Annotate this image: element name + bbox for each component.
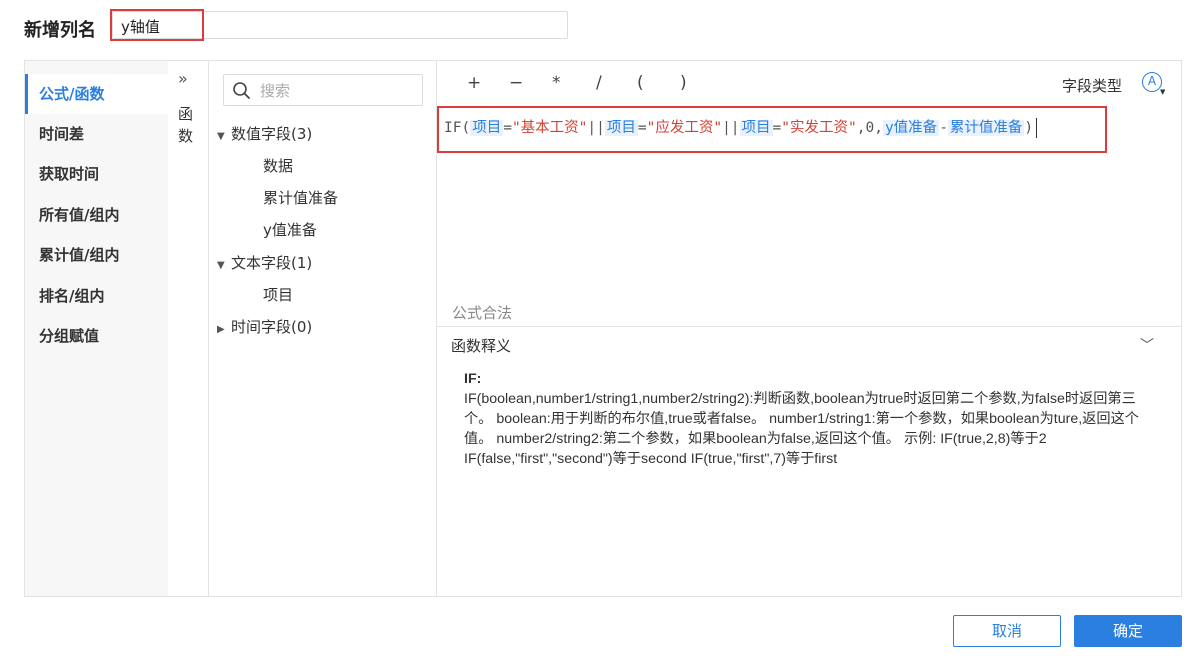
field-type-label[interactable]: 字段类型 xyxy=(1062,75,1122,96)
field-tree-panel: ▼数值字段(3) 数据 累计值准备 y值准备 ▼文本字段(1) 项目 ▶时间字段… xyxy=(209,61,437,596)
function-description-text: IF(boolean,number1/string1,number2/strin… xyxy=(464,391,1139,467)
field-search-box[interactable] xyxy=(223,74,423,106)
operator-plus-button[interactable]: + xyxy=(467,73,481,93)
cancel-button[interactable]: 取消 xyxy=(953,615,1061,647)
tree-group-numeric[interactable]: ▼ 数值字段(3) xyxy=(217,123,312,144)
double-chevron-right-icon[interactable]: » xyxy=(178,69,188,88)
category-formula-function[interactable]: 公式/函数 xyxy=(25,74,168,114)
category-get-time[interactable]: 获取时间 xyxy=(25,154,168,194)
text-type-icon[interactable]: A xyxy=(1142,72,1162,92)
caret-right-icon: ▶ xyxy=(217,324,225,335)
caret-down-icon: ▼ xyxy=(217,131,225,142)
tree-group-text[interactable]: ▼ 文本字段(1) xyxy=(217,252,312,273)
category-rank-group[interactable]: 排名/组内 xyxy=(25,276,168,316)
category-time-diff[interactable]: 时间差 xyxy=(25,114,168,154)
divider xyxy=(437,326,1181,327)
formula-validation-status: 公式合法 xyxy=(452,304,513,322)
tree-item-data[interactable]: 数据 xyxy=(263,155,293,176)
caret-down-icon[interactable]: ▼ xyxy=(1160,88,1165,96)
function-description-body: IF: IF(boolean,number1/string1,number2/s… xyxy=(464,369,1164,469)
category-sidebar: 公式/函数 时间差 获取时间 所有值/组内 累计值/组内 排名/组内 分组赋值 xyxy=(25,61,168,596)
caret-down-icon: ▼ xyxy=(217,260,225,271)
column-name-label: 新增列名 xyxy=(24,20,96,41)
function-description-title: 函数释义 xyxy=(451,337,512,355)
function-panel-toggle[interactable]: » 函数 xyxy=(168,61,209,596)
field-search-input[interactable] xyxy=(258,79,412,103)
search-icon xyxy=(233,82,250,99)
highlight-box-formula xyxy=(437,106,1107,153)
operator-left-paren-button[interactable]: ( xyxy=(637,73,644,93)
category-all-values-group[interactable]: 所有值/组内 xyxy=(25,195,168,235)
tree-group-time[interactable]: ▶ 时间字段(0) xyxy=(217,316,312,337)
category-cumulative-group[interactable]: 累计值/组内 xyxy=(25,235,168,275)
category-group-assign[interactable]: 分组赋值 xyxy=(25,316,168,356)
operator-minus-button[interactable]: − xyxy=(509,73,523,93)
operator-multiply-button[interactable]: * xyxy=(552,73,561,93)
operator-right-paren-button[interactable]: ) xyxy=(680,73,687,93)
operator-divide-button[interactable]: / xyxy=(596,73,602,93)
tree-item-project[interactable]: 项目 xyxy=(263,284,293,305)
chevron-down-icon[interactable]: ﹀ xyxy=(1140,335,1154,355)
highlight-box-name xyxy=(110,9,204,41)
confirm-button[interactable]: 确定 xyxy=(1074,615,1182,647)
function-name: IF: xyxy=(464,371,482,387)
tree-item-cumulative-prep[interactable]: 累计值准备 xyxy=(263,187,338,208)
tree-item-y-prep[interactable]: y值准备 xyxy=(263,219,317,240)
function-toggle-label: 函数 xyxy=(178,105,194,145)
